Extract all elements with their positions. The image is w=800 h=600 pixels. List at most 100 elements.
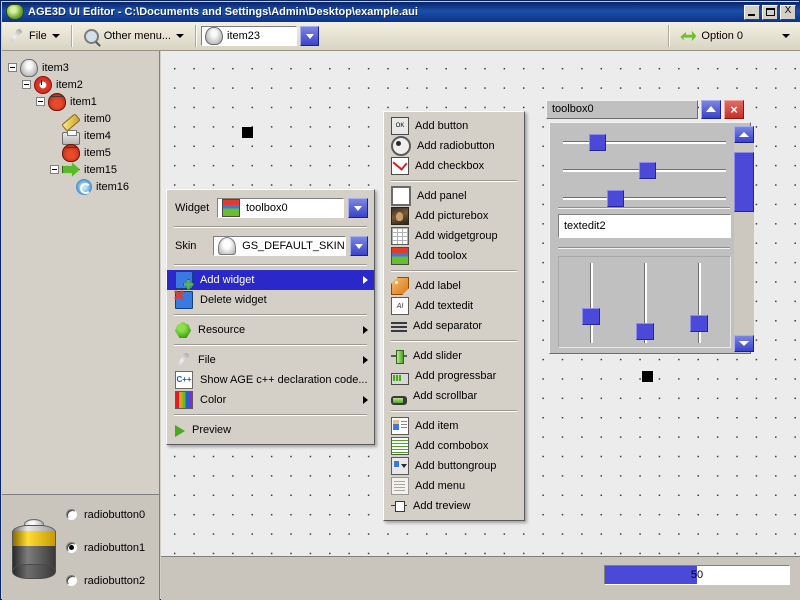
menu-item-add-widget[interactable]: Add widget xyxy=(167,270,374,290)
scrollbar-thumb[interactable] xyxy=(734,152,754,212)
toolbox0-widget[interactable]: toolbox0 × textedit2 xyxy=(546,99,751,355)
skin-field-box[interactable]: GS_DEFAULT_SKIN xyxy=(213,236,346,256)
menu-item-add-button[interactable]: OKAdd button xyxy=(384,116,524,136)
selection-handle[interactable] xyxy=(642,371,653,382)
menu-item-file[interactable]: File xyxy=(167,350,374,370)
toolbox-close-button[interactable]: × xyxy=(724,100,744,119)
close-button[interactable]: X xyxy=(780,5,796,20)
menu-item-add-radiobutton[interactable]: Add radiobutton xyxy=(384,136,524,156)
menu-item-add-combobox[interactable]: Add combobox xyxy=(384,436,524,456)
tree-item-item1[interactable]: item1 xyxy=(8,93,159,110)
context-menu-group-b: Resource xyxy=(167,320,374,340)
menu-item-add-toolox[interactable]: Add toolox xyxy=(384,246,524,266)
toolbar-combo-field[interactable]: item23 xyxy=(201,26,297,46)
tree-item-item3[interactable]: item3 xyxy=(8,59,159,76)
menu-item-add-menu[interactable]: Add menu xyxy=(384,476,524,496)
slider-knob[interactable] xyxy=(636,323,654,340)
chevron-down-icon xyxy=(355,244,363,249)
tree-expander[interactable] xyxy=(22,80,31,89)
scroll-down-button[interactable] xyxy=(734,335,754,352)
menu-item-add-separator[interactable]: Add separator xyxy=(384,316,524,336)
radio-radiobutton2[interactable]: radiobutton2 xyxy=(66,575,145,587)
tree-expander[interactable] xyxy=(8,63,17,72)
widget-tree[interactable]: item3 item2item1item0item4item5item15item… xyxy=(2,51,160,494)
menu-item-add-widgetgroup[interactable]: Add widgetgroup xyxy=(384,226,524,246)
slider-knob[interactable] xyxy=(639,162,656,179)
submenu-group-e: Add itemAdd comboboxAdd buttongroupAdd m… xyxy=(384,416,524,516)
toolbox-scrollbar[interactable] xyxy=(734,126,754,352)
arrow-green-icon xyxy=(62,161,80,179)
progressbar[interactable]: 50 xyxy=(604,565,790,585)
toolbar-file-menu[interactable]: File xyxy=(2,25,66,47)
toolbar-other-menu[interactable]: Other menu... xyxy=(77,25,190,47)
tree-item-item16[interactable]: item16 xyxy=(8,178,159,195)
tree-item-item2[interactable]: item2 xyxy=(8,76,159,93)
toolbar-combo-dropdown-button[interactable] xyxy=(300,26,319,46)
menu-item-delete-widget[interactable]: Delete widget xyxy=(167,290,374,310)
radio-indicator[interactable] xyxy=(66,542,77,553)
slider-knob[interactable] xyxy=(690,315,708,332)
selection-handle[interactable] xyxy=(242,127,253,138)
menu-item-add-label[interactable]: Add label xyxy=(384,276,524,296)
tree-item-item15[interactable]: item15 xyxy=(8,161,159,178)
toolbar-item-combo[interactable]: item23 xyxy=(201,26,319,46)
context-widget-row[interactable]: Widget toolbox0 xyxy=(167,194,374,222)
tools-icon xyxy=(175,352,191,368)
maximize-button[interactable] xyxy=(762,5,778,20)
clock-icon xyxy=(34,76,52,94)
radio-label: radiobutton1 xyxy=(84,542,145,554)
menu-item-resource[interactable]: Resource xyxy=(167,320,374,340)
menu-item-add-scrollbar[interactable]: Add scrollbar xyxy=(384,386,524,406)
toolbox-textedit[interactable]: textedit2 xyxy=(558,214,731,238)
toolbox-collapse-button[interactable] xyxy=(701,100,721,119)
menu-item-add-treview[interactable]: Add treview xyxy=(384,496,524,516)
widget-field-value: toolbox0 xyxy=(246,202,288,214)
tree-expander[interactable] xyxy=(36,97,45,106)
slider-knob[interactable] xyxy=(607,190,624,207)
menu-item-label: Add radiobutton xyxy=(417,140,495,152)
v-slider-2[interactable] xyxy=(689,263,709,343)
h-slider-2[interactable] xyxy=(563,188,726,208)
menu-item-color[interactable]: Color xyxy=(167,390,374,410)
menu-item-add-panel[interactable]: Add panel xyxy=(384,186,524,206)
tree-item-label: item3 xyxy=(42,62,69,74)
tree-item-item5[interactable]: item5 xyxy=(8,144,159,161)
tree-item-item0[interactable]: item0 xyxy=(8,110,159,127)
menu-item-add-buttongroup[interactable]: Add buttongroup xyxy=(384,456,524,476)
add-widget-submenu[interactable]: OKAdd buttonAdd radiobuttonAdd checkbox … xyxy=(383,111,525,521)
tree-item-item4[interactable]: item4 xyxy=(8,127,159,144)
minimize-button[interactable] xyxy=(744,5,760,20)
scroll-up-button[interactable] xyxy=(734,126,754,143)
radio-indicator[interactable] xyxy=(66,575,77,586)
menu-item-add-checkbox[interactable]: Add checkbox xyxy=(384,156,524,176)
widget-field-box[interactable]: toolbox0 xyxy=(217,198,344,218)
widget-field-dropdown-button[interactable] xyxy=(348,198,368,218)
menu-item-add-textedit[interactable]: AIAdd textedit xyxy=(384,296,524,316)
slider-knob[interactable] xyxy=(582,308,600,325)
separator-icon xyxy=(391,322,407,334)
menu-item-add-progressbar[interactable]: Add progressbar xyxy=(384,366,524,386)
v-slider-0[interactable] xyxy=(581,263,601,343)
menu-item-add-item[interactable]: Add item xyxy=(384,416,524,436)
context-skin-row[interactable]: Skin GS_DEFAULT_SKIN xyxy=(167,232,374,260)
menu-item-show-age-c-declaration-code[interactable]: C++Show AGE c++ declaration code... xyxy=(167,370,374,390)
panel-icon xyxy=(391,186,411,206)
label-icon xyxy=(391,277,409,295)
menu-item-add-slider[interactable]: Add slider xyxy=(384,346,524,366)
context-menu[interactable]: Widget toolbox0 Skin GS_DEFAULT_SKIN Add… xyxy=(166,189,375,445)
menu-item-preview[interactable]: Preview xyxy=(167,420,374,440)
mouse-icon xyxy=(20,59,38,77)
radio-indicator[interactable] xyxy=(66,509,77,520)
radio-radiobutton1[interactable]: radiobutton1 xyxy=(66,542,145,554)
toolbar-option-menu[interactable]: Option 0 xyxy=(674,25,800,47)
radio-radiobutton0[interactable]: radiobutton0 xyxy=(66,509,145,521)
tree-expander[interactable] xyxy=(50,165,59,174)
v-slider-1[interactable] xyxy=(635,263,655,343)
bug-icon xyxy=(62,144,80,162)
h-slider-1[interactable] xyxy=(563,160,726,180)
h-slider-0[interactable] xyxy=(563,132,726,152)
menu-item-label: Add textedit xyxy=(415,300,473,312)
menu-item-add-picturebox[interactable]: Add picturebox xyxy=(384,206,524,226)
slider-knob[interactable] xyxy=(589,134,606,151)
skin-field-dropdown-button[interactable] xyxy=(350,236,368,256)
